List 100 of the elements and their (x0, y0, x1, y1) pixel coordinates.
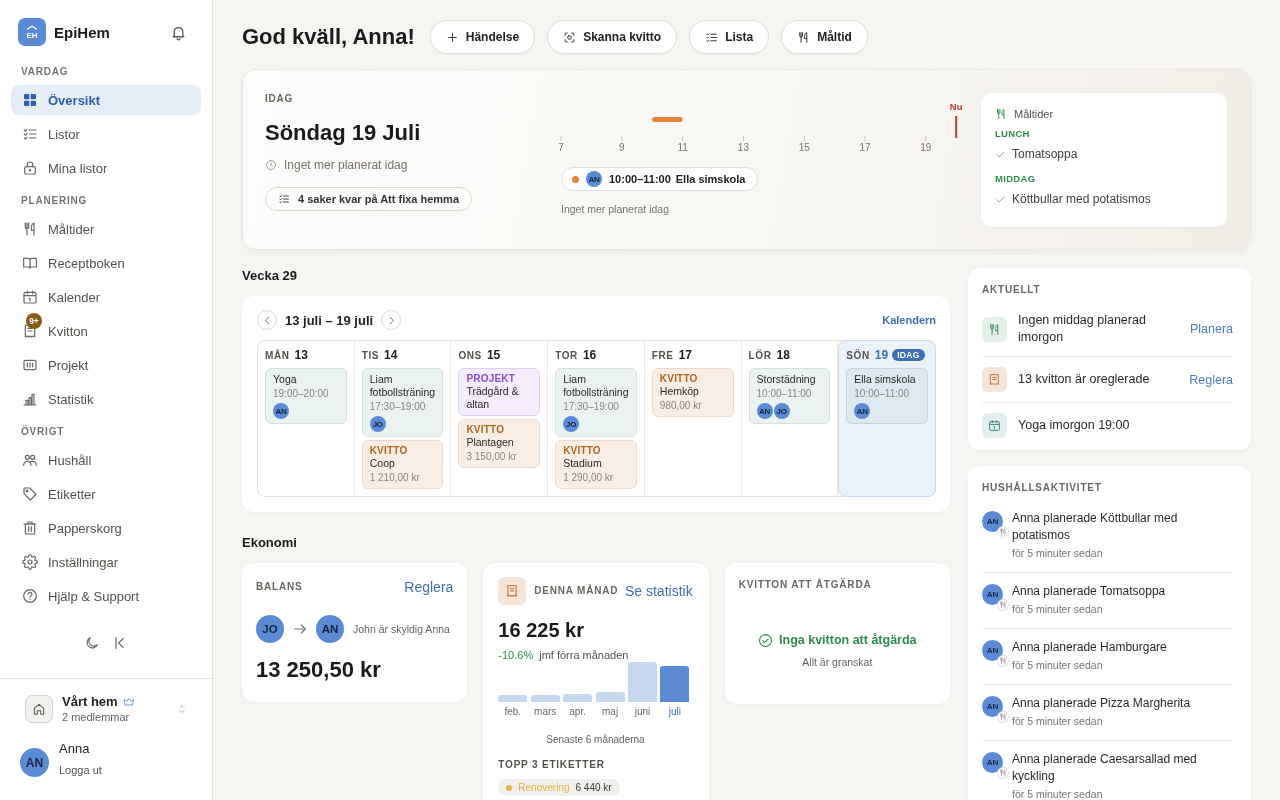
month-label: apr. (569, 705, 586, 718)
activity-time: för 5 minuter sedan (1012, 546, 1104, 561)
nav-item[interactable]: Receptboken (11, 248, 201, 278)
avatar: AN (982, 511, 1003, 532)
event-card[interactable]: PROJEKT Trädgård & altan (458, 368, 541, 416)
event-card[interactable]: Liam fotbollsträning 17:30–19:00 JO (361, 368, 444, 437)
status-text: Inget mer planerat idag (284, 157, 408, 173)
event-title: Storstädning (756, 373, 816, 386)
action-button[interactable]: Skanna kvitto (547, 20, 678, 54)
section-title: Ekonomi (242, 535, 298, 551)
nav-item[interactable]: Listor (11, 119, 201, 149)
trash-icon (22, 520, 38, 536)
section-title: VARDAG (20, 66, 70, 78)
section-title: Vecka 29 (242, 268, 298, 284)
receipt-icon (498, 577, 527, 605)
event-pill[interactable]: AN 10:00–11:00 Ella simskola (561, 167, 758, 191)
event-title: Liam fotbollsträning (369, 373, 436, 399)
meals-title: Måltider (1014, 107, 1054, 122)
action-button[interactable]: Händelse (429, 20, 536, 54)
avatar: JO (256, 615, 284, 643)
avatar: AN (982, 752, 1003, 773)
now-marker (955, 116, 958, 138)
activity-time: för 5 minuter sedan (1012, 714, 1104, 729)
settle-link[interactable]: Reglera (404, 579, 454, 595)
event-title: Liam fotbollsträning (563, 373, 629, 399)
avatar: AN (982, 640, 1003, 661)
nav-item[interactable]: Kalender (11, 282, 201, 312)
avatar: AN (586, 171, 602, 187)
check-icon (995, 193, 1006, 205)
weekday-label: LÖR (748, 349, 772, 361)
calendar-link[interactable]: Kalendern (882, 314, 936, 326)
nav-item[interactable]: Projekt (11, 350, 201, 380)
nav-item[interactable]: Papperskorg (11, 513, 201, 543)
event-card[interactable]: Storstädning 10:00–11:00 AN JO (748, 368, 831, 424)
event-card[interactable]: Ella simskola 10:00–11:00 AN (846, 368, 928, 424)
nav-item[interactable]: Hushåll (11, 445, 201, 475)
nav-item[interactable]: Hjälp & Support (11, 581, 201, 611)
action-button[interactable]: Måltid (781, 20, 868, 54)
now-label: Nu (949, 101, 963, 112)
event-title: Hemköp (659, 385, 699, 398)
calendar-icon (22, 289, 38, 305)
tags-title: TOPP 3 ETIKETTER (498, 759, 606, 771)
tag-name: Renovering (518, 782, 570, 793)
nav-item[interactable]: Måltider (11, 214, 201, 244)
check-icon (995, 148, 1006, 160)
app-name: EpiHem (54, 23, 110, 41)
arrow-right-icon (292, 621, 308, 637)
event-card[interactable]: KVITTO Coop 1 210,00 kr (361, 440, 444, 489)
event-title: Stadium (563, 457, 602, 470)
event-card[interactable]: KVITTO Plantagen 3 150,00 kr (458, 419, 541, 468)
action-link[interactable]: Reglera (1189, 372, 1233, 387)
activity-text: Anna planerade Köttbullar med potatismos (1012, 510, 1179, 544)
action-button[interactable]: Lista (689, 20, 770, 54)
nav-item[interactable]: Etiketter (11, 479, 201, 509)
nav-item[interactable]: Inställningar (11, 547, 201, 577)
avatar: AN (982, 584, 1003, 605)
household-name: Vårt hem (62, 694, 118, 710)
event-card[interactable]: Liam fotbollsträning 17:30–19:00 JO (555, 368, 637, 437)
receipts-note: Allt är granskat (802, 655, 873, 669)
event-card[interactable]: KVITTO Stadium 1 290,00 kr (555, 440, 637, 489)
event-card[interactable]: KVITTO Hemköp 980,00 kr (651, 368, 734, 417)
axis-tick (803, 136, 805, 141)
activity-time: för 5 minuter sedan (1012, 602, 1104, 617)
tag-chip[interactable]: Renovering 6 440 kr (498, 779, 620, 796)
axis-tick (621, 136, 623, 141)
month-label: juni (634, 705, 651, 718)
day-number: 14 (384, 348, 398, 362)
board-icon (22, 357, 38, 373)
axis-tick (925, 136, 927, 141)
card-label: KVITTON ATT ÅTGÄRDA (738, 579, 873, 591)
event-card[interactable]: Yoga 19:00–20:00 AN (265, 368, 347, 424)
activity-text: Anna planerade Caesarsallad med kyckling (1012, 751, 1198, 785)
tag-icon (22, 486, 38, 502)
activity-text: Anna planerade Hamburgare (1012, 639, 1167, 656)
statistics-link[interactable]: Se statistik (624, 583, 693, 599)
event-title: Yoga (273, 373, 297, 386)
change-value: -10.6% (498, 648, 534, 662)
moon-icon[interactable] (84, 635, 100, 651)
hour-label: 15 (798, 142, 810, 153)
action-link[interactable]: Planera (1189, 322, 1233, 336)
crown-icon (122, 696, 135, 708)
greeting-title: God kväll, Anna! (242, 24, 415, 50)
nav-item[interactable]: Statistik (11, 384, 201, 414)
event-time: 10:00–11:00 (756, 387, 812, 400)
meal-label: MIDDAG (995, 173, 1036, 185)
activity-text: Anna planerade Pizza Margherita (1012, 695, 1191, 712)
section-title: PLANERING (20, 195, 89, 207)
timeline-note: Inget mer planerat idag (561, 203, 669, 215)
todo-chip[interactable]: 4 saker kvar på Att fixa hemma (265, 187, 472, 211)
weekday-label: TIS (361, 349, 380, 361)
receipt-icon (22, 323, 38, 339)
avatar: AN (20, 748, 49, 777)
section-title: ÖVRIGT (20, 426, 66, 438)
weekday-label: SÖN (846, 349, 870, 361)
fork-knife-icon (995, 108, 1007, 120)
logout-link[interactable]: Logga ut (59, 762, 102, 777)
nav-item[interactable]: Översikt (11, 85, 201, 115)
nav-item[interactable]: Mina listor (11, 153, 201, 183)
nav-item[interactable]: 9+ Kvitton (11, 316, 201, 346)
event-amount: 1 290,00 kr (563, 471, 614, 484)
